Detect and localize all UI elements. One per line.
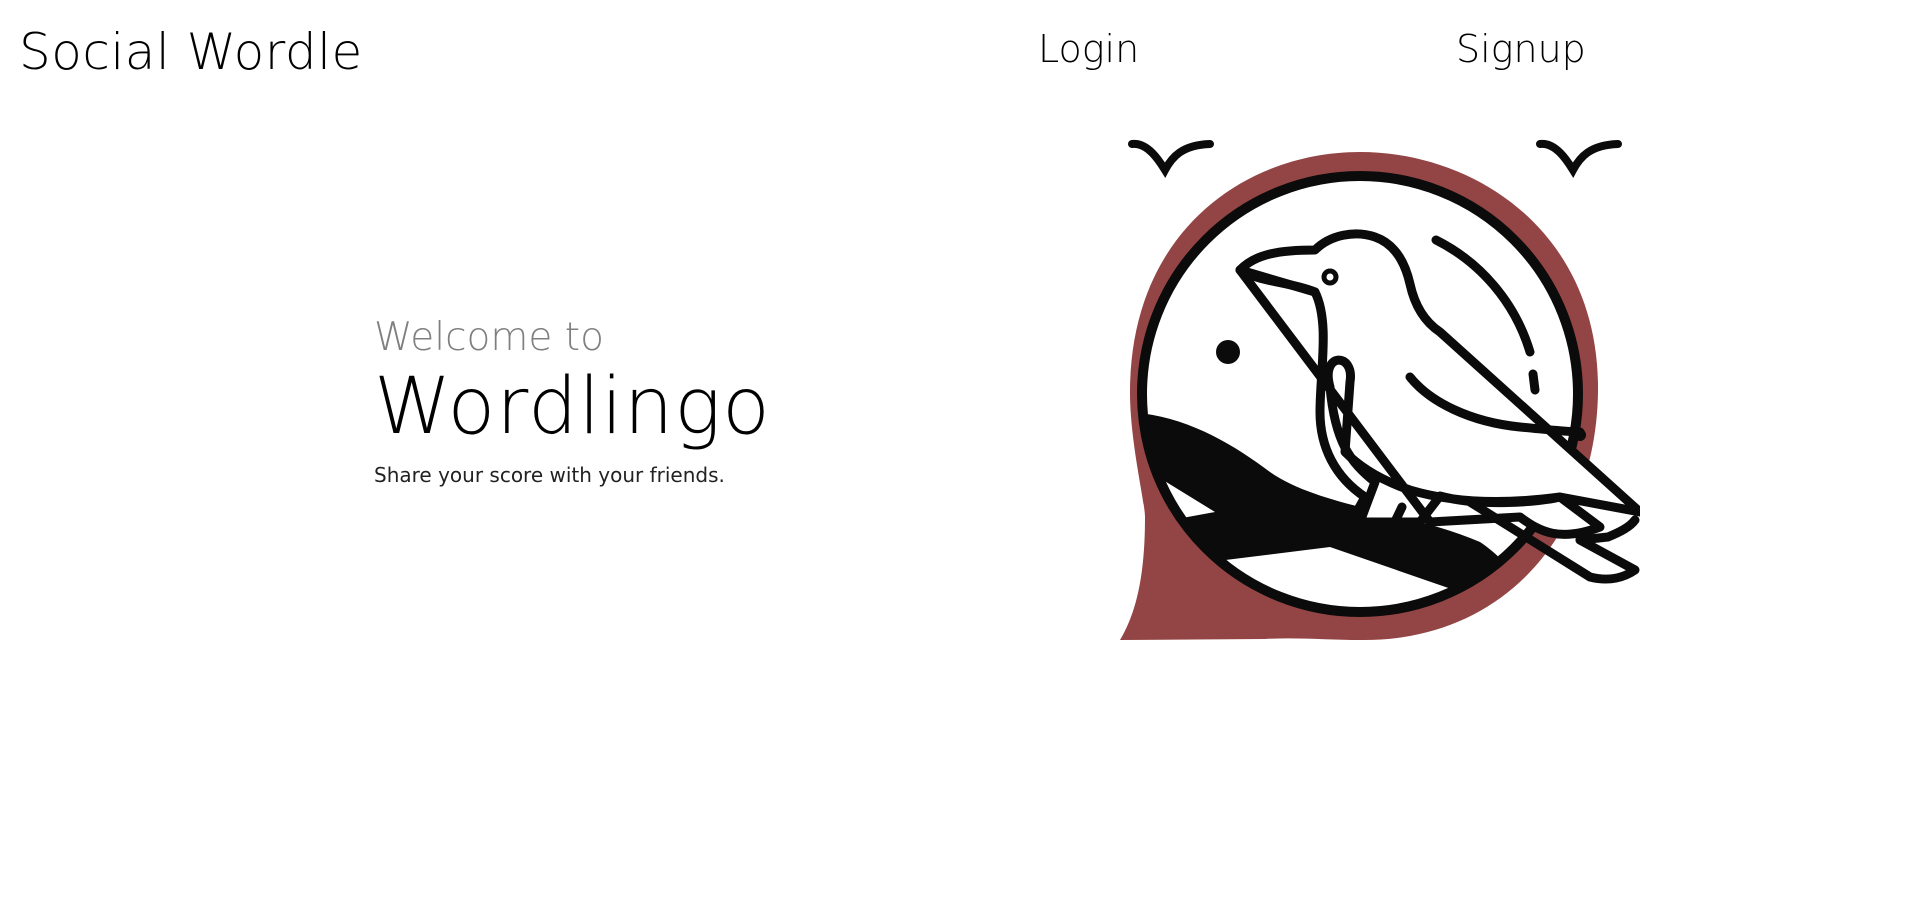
hero-title: Wordlingo — [374, 362, 771, 452]
flying-bird-right-icon — [1536, 139, 1622, 178]
hero-subtitle: Share your score with your friends. — [374, 463, 725, 487]
brand-logo[interactable]: Social Wordle — [19, 22, 363, 82]
login-link[interactable]: Login — [1038, 24, 1139, 74]
hero-kicker: Welcome to — [374, 315, 604, 360]
bird-on-branch-chat-bubble-icon — [1120, 122, 1640, 642]
hero-section: Welcome to Wordlingo Share your score wi… — [374, 314, 934, 488]
page: Social Wordle Login Signup Welcome to Wo… — [0, 0, 1920, 905]
moon-dot — [1216, 340, 1240, 364]
signup-link[interactable]: Signup — [1456, 24, 1586, 74]
flying-bird-left-icon — [1128, 139, 1214, 178]
